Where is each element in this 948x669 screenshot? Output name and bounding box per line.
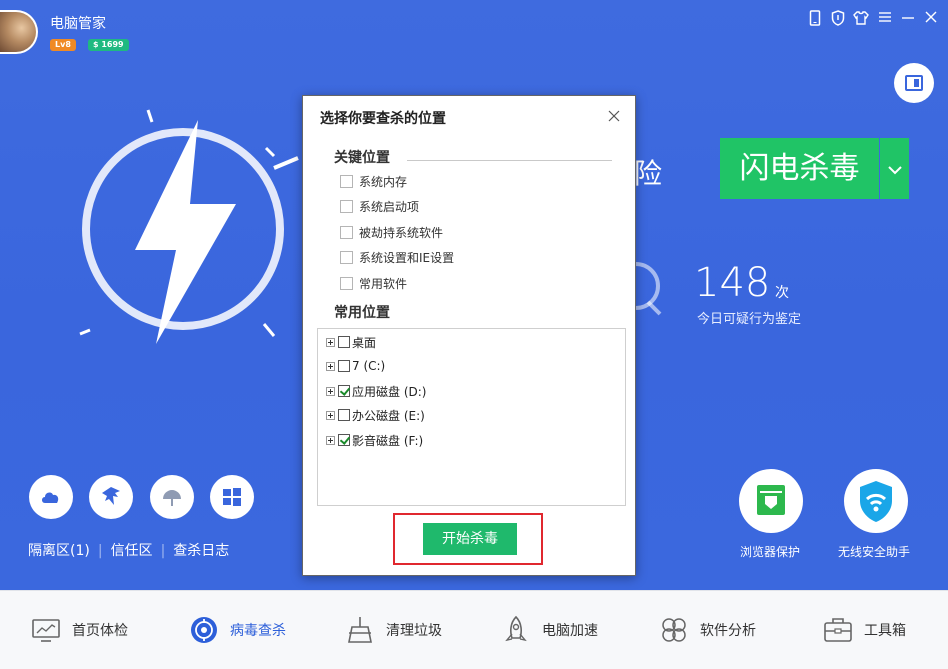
tree-item-drive-e[interactable]: 办公磁盘 (E:) (326, 406, 425, 424)
browser-shield-icon (757, 485, 785, 515)
location-tree[interactable]: 桌面 7 (C:) 应用磁盘 (D:) 办公磁盘 (E:) 影音磁盘 (F:) (317, 328, 626, 506)
browser-protect-button[interactable] (739, 469, 803, 533)
exit-panel-icon (905, 75, 923, 91)
key-item-settings[interactable]: 系统设置和IE设置 (340, 248, 454, 266)
headline-fragment: 险 (634, 157, 663, 190)
scan-location-dialog: 选择你要查杀的位置 关键位置 系统内存 系统启动项 被劫持系统软件 系统设置和I… (302, 95, 636, 576)
menu-icon[interactable] (876, 10, 894, 28)
tree-item-desktop[interactable]: 桌面 (326, 333, 376, 351)
app-window: 电脑管家 Lv8 $ 1699 险 闪电杀毒 148 次 今日可疑行为鉴定 隔离… (0, 0, 948, 669)
tree-item-drive-c[interactable]: 7 (C:) (326, 357, 385, 375)
checkbox-checked[interactable] (338, 385, 350, 397)
start-button-highlight: 开始杀毒 (393, 513, 543, 565)
windows-icon (223, 488, 241, 506)
nav-home-checkup[interactable]: 首页体检 (30, 612, 128, 648)
expand-icon[interactable] (326, 386, 335, 396)
common-locations-title: 常用位置 (334, 305, 390, 321)
expand-icon[interactable] (326, 361, 335, 371)
checkbox[interactable] (340, 225, 353, 239)
phone-icon[interactable] (806, 10, 824, 28)
toolbox-icon (822, 614, 854, 646)
avatar[interactable] (0, 10, 38, 54)
nav-speed-up[interactable]: 电脑加速 (500, 612, 598, 648)
bottom-nav: 首页体检 病毒查杀 清理垃圾 电脑加速 软件分析 工具箱 (0, 590, 948, 669)
checkbox[interactable] (340, 250, 353, 264)
wifi-assistant-label: 无线安全助手 (838, 545, 911, 559)
main-panel: 电脑管家 Lv8 $ 1699 险 闪电杀毒 148 次 今日可疑行为鉴定 隔离… (0, 0, 948, 590)
left-links: 隔离区(1) | 信任区 | 查杀日志 (28, 543, 230, 559)
coin-badge: $ 1699 (88, 39, 129, 51)
trust-zone-link[interactable]: 信任区 (111, 543, 153, 559)
umbrella-button[interactable] (150, 475, 194, 519)
key-item-memory[interactable]: 系统内存 (340, 172, 407, 190)
expand-icon[interactable] (326, 337, 335, 347)
close-icon (608, 110, 620, 122)
lightning-icon (79, 109, 299, 344)
broom-icon (344, 614, 376, 646)
cloud-icon (42, 492, 59, 503)
tree-item-drive-f[interactable]: 影音磁盘 (F:) (326, 431, 423, 449)
checkbox[interactable] (340, 199, 353, 213)
expand-icon[interactable] (326, 410, 335, 420)
start-scan-button[interactable]: 开始杀毒 (423, 523, 517, 555)
key-item-software[interactable]: 常用软件 (340, 274, 407, 292)
wifi-assistant-button[interactable] (844, 469, 908, 533)
virus-scan-icon (188, 614, 220, 646)
nav-toolbox[interactable]: 工具箱 (822, 612, 906, 648)
dialog-close-button[interactable] (606, 108, 622, 124)
shirt-icon[interactable] (852, 10, 870, 28)
app-title: 电脑管家 (50, 16, 106, 32)
tree-item-drive-d[interactable]: 应用磁盘 (D:) (326, 382, 426, 400)
wifi-shield-icon (860, 481, 892, 522)
monitor-icon (30, 614, 62, 646)
checkbox[interactable] (340, 174, 353, 188)
dialog-title: 选择你要查杀的位置 (320, 111, 446, 127)
scan-log-link[interactable]: 查杀日志 (173, 543, 229, 559)
suspicious-count-unit: 次 (775, 285, 789, 301)
checkbox[interactable] (340, 276, 353, 290)
expand-icon[interactable] (326, 435, 335, 445)
level-badge: Lv8 (50, 39, 76, 51)
collapse-panel-button[interactable] (894, 63, 934, 103)
close-icon[interactable] (922, 10, 940, 28)
rocket-icon (500, 614, 532, 646)
eagle-button[interactable] (89, 475, 133, 519)
checkbox-checked[interactable] (338, 434, 350, 446)
windows-button[interactable] (210, 475, 254, 519)
browser-protect-label: 浏览器保护 (740, 545, 801, 559)
scan-dropdown-button[interactable] (880, 138, 909, 199)
eagle-icon (102, 487, 120, 505)
suspicious-count-label: 今日可疑行为鉴定 (697, 312, 802, 327)
umbrella-icon (163, 490, 181, 506)
nav-clean-junk[interactable]: 清理垃圾 (344, 612, 442, 648)
suspicious-count: 148 (694, 260, 771, 306)
minimize-icon[interactable] (899, 10, 917, 28)
flash-scan-button[interactable]: 闪电杀毒 (720, 138, 879, 199)
cloud-button[interactable] (29, 475, 73, 519)
checkbox[interactable] (338, 360, 350, 372)
quarantine-link[interactable]: 隔离区(1) (28, 543, 90, 559)
chevron-down-icon (887, 166, 902, 175)
clover-icon (658, 614, 690, 646)
shield-icon[interactable] (829, 10, 847, 28)
nav-software-analysis[interactable]: 软件分析 (658, 612, 756, 648)
key-item-hijacked[interactable]: 被劫持系统软件 (340, 223, 443, 241)
key-item-startup[interactable]: 系统启动项 (340, 197, 419, 215)
section-divider (407, 160, 612, 161)
checkbox[interactable] (338, 336, 350, 348)
nav-virus-scan[interactable]: 病毒查杀 (188, 612, 286, 648)
key-locations-title: 关键位置 (334, 150, 390, 166)
checkbox[interactable] (338, 409, 350, 421)
